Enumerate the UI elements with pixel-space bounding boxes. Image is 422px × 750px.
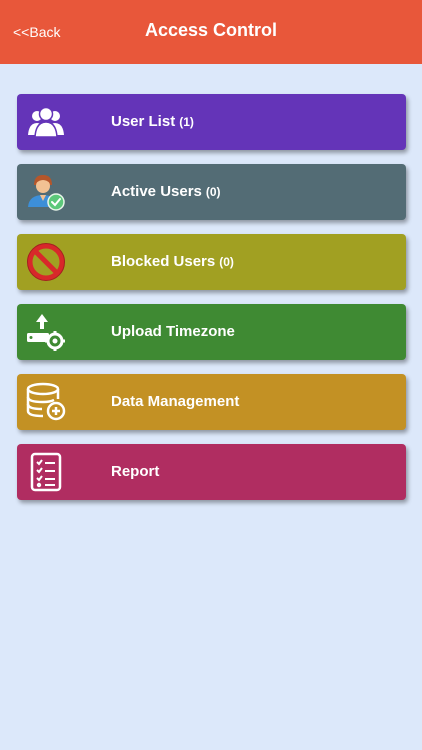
menu-item-label: User List (1) bbox=[111, 113, 194, 130]
menu-item-user-list[interactable]: User List (1) bbox=[17, 94, 406, 150]
blocked-users-count: (0) bbox=[219, 255, 234, 269]
page-title: Access Control bbox=[144, 20, 278, 40]
menu-item-label: Report bbox=[111, 463, 160, 480]
menu-list: User List (1) Active Users (0) Blocked U… bbox=[17, 94, 406, 514]
menu-item-report[interactable]: Report bbox=[17, 444, 406, 500]
active-user-icon bbox=[25, 172, 67, 212]
active-users-count: (0) bbox=[205, 185, 221, 199]
menu-item-label: Active Users (0) bbox=[111, 183, 221, 200]
database-add-icon bbox=[25, 382, 67, 422]
blocked-icon bbox=[25, 242, 67, 282]
user-list-count: (1) bbox=[179, 115, 194, 129]
menu-item-label: Data Management bbox=[111, 393, 240, 410]
menu-item-label: Blocked Users (0) bbox=[111, 253, 234, 270]
header-bar: <<Back Access Control bbox=[0, 0, 422, 64]
menu-item-upload-timezone[interactable]: Upload Timezone bbox=[17, 304, 406, 360]
users-icon bbox=[25, 102, 67, 142]
report-checklist-icon bbox=[25, 452, 67, 492]
menu-item-blocked-users[interactable]: Blocked Users (0) bbox=[17, 234, 406, 290]
menu-item-active-users[interactable]: Active Users (0) bbox=[17, 164, 406, 220]
upload-settings-icon bbox=[25, 312, 67, 352]
menu-item-data-management[interactable]: Data Management bbox=[17, 374, 406, 430]
menu-item-label: Upload Timezone bbox=[111, 323, 235, 340]
